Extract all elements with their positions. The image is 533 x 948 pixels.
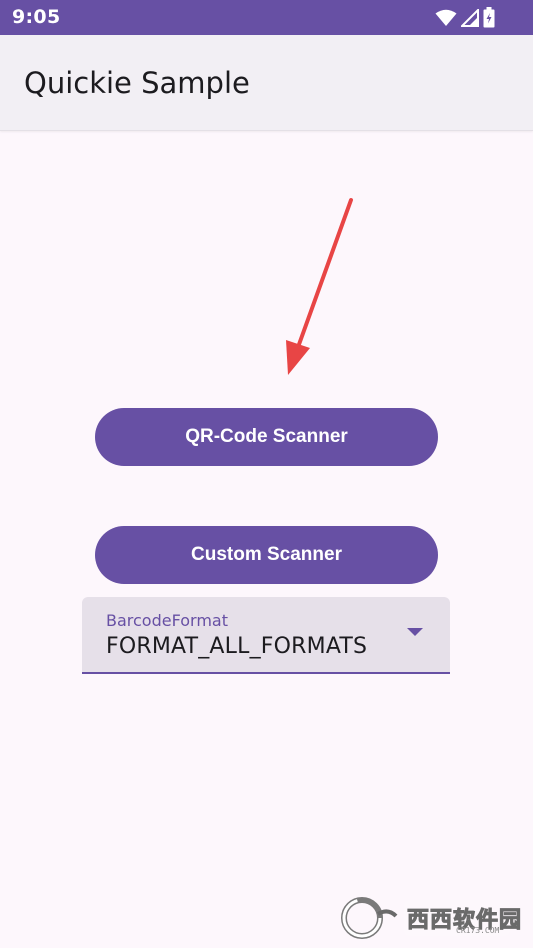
app-bar: Quickie Sample	[0, 35, 533, 131]
barcode-format-dropdown[interactable]: BarcodeFormat FORMAT_ALL_FORMATS	[82, 597, 450, 674]
qr-code-scanner-button[interactable]: QR-Code Scanner	[95, 408, 438, 466]
qr-code-scanner-button-label: QR-Code Scanner	[185, 426, 348, 447]
custom-scanner-button[interactable]: Custom Scanner	[95, 526, 438, 584]
signal-icon	[461, 8, 479, 27]
barcode-format-value: FORMAT_ALL_FORMATS	[106, 634, 368, 659]
wifi-icon	[435, 9, 457, 26]
watermark-url: CR173.COM	[456, 926, 500, 935]
status-time: 9:05	[12, 6, 61, 28]
custom-scanner-button-label: Custom Scanner	[191, 544, 342, 565]
dropdown-caret-icon[interactable]	[407, 628, 423, 636]
battery-icon	[483, 7, 495, 28]
status-bar: 9:05	[0, 0, 533, 35]
red-arrow-icon	[286, 198, 353, 375]
app-title: Quickie Sample	[24, 66, 250, 100]
barcode-format-label: BarcodeFormat	[106, 611, 228, 630]
status-icons	[435, 5, 495, 30]
